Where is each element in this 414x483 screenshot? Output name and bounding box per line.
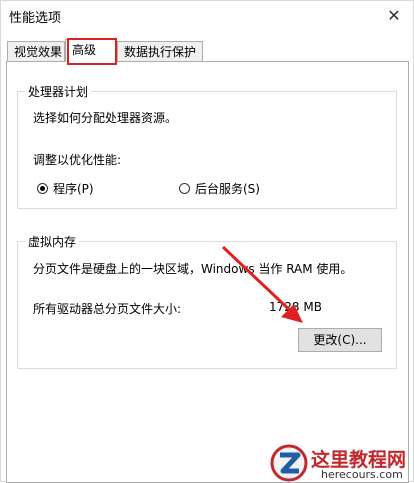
virtual-memory-group-label: 虚拟内存 [25, 233, 80, 250]
total-paging-value: 1728 MB [269, 300, 322, 314]
processor-group-label: 处理器计划 [25, 83, 92, 100]
paging-file-description: 分页文件是硬盘上的一块区域，Windows 当作 RAM 使用。 [33, 262, 353, 276]
tab-data-execution-prevention[interactable]: 数据执行保护 [117, 41, 203, 61]
radio-background-services[interactable]: 后台服务(S) [179, 180, 260, 197]
title-bar: 性能选项 ✕ [1, 1, 413, 31]
adjust-label: 调整以优化性能: [33, 153, 122, 167]
radio-programs[interactable]: 程序(P) [37, 180, 94, 197]
radio-programs-indicator [37, 183, 48, 194]
change-button[interactable]: 更改(C)... [298, 328, 382, 352]
window-title: 性能选项 [9, 11, 62, 26]
performance-options-window: 性能选项 ✕ 视觉效果 高级 数据执行保护 处理器计划 选择如何分配处理器资源。… [0, 0, 414, 483]
watermark-logo-icon [270, 444, 308, 482]
radio-programs-label: 程序(P) [53, 182, 94, 196]
close-icon[interactable]: ✕ [383, 5, 405, 27]
tab-visual-effects[interactable]: 视觉效果 [7, 41, 65, 61]
watermark-url: herecours.com [321, 468, 403, 481]
advanced-tab-highlight [67, 38, 117, 65]
watermark: 这里教程网 herecours.com [269, 443, 414, 483]
total-paging-label: 所有驱动器总分页文件大小: [33, 302, 182, 316]
processor-description: 选择如何分配处理器资源。 [33, 111, 178, 125]
radio-services-indicator [179, 183, 190, 194]
radio-services-label: 后台服务(S) [195, 182, 260, 196]
